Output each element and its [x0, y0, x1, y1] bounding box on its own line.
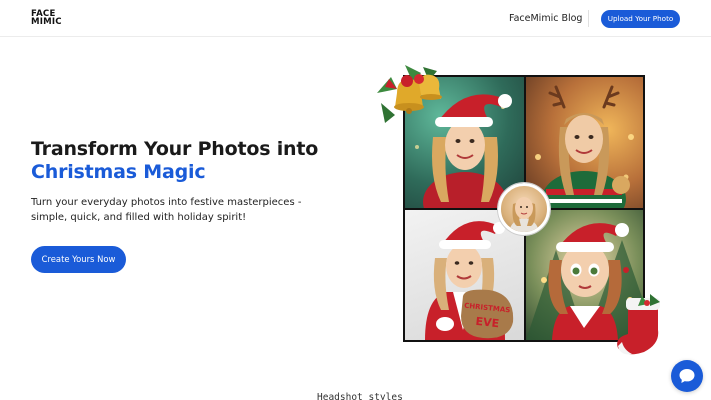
- facemimic-logo[interactable]: FACE MIMIC: [31, 10, 63, 27]
- hero-title-line: Transform Your Photos into: [31, 138, 319, 160]
- site-header: FACE MIMIC FaceMimic Blog Upload Your Ph…: [0, 0, 711, 37]
- christmas-stocking-icon: [617, 294, 660, 355]
- create-yours-button[interactable]: Create Yours Now: [31, 246, 126, 273]
- headshot-styles-heading: Headshot styles: [317, 392, 403, 400]
- logo-line-2: MIMIC: [31, 17, 62, 27]
- reindeer-antlers-portrait: [526, 77, 643, 208]
- christmas-bells-icon: [377, 65, 442, 123]
- chat-button[interactable]: [671, 360, 703, 392]
- sack-text-line-2: EVE: [475, 315, 500, 330]
- blog-link[interactable]: FaceMimic Blog: [509, 13, 582, 24]
- chat-bubble-icon: [679, 369, 695, 383]
- hero-title: Transform Your Photos into Christmas Mag…: [31, 138, 351, 184]
- christmas-eve-sack-portrait: CHRISTMAS EVE: [405, 210, 524, 340]
- upload-photo-button[interactable]: Upload Your Photo: [601, 10, 680, 28]
- hero-title-accent: Christmas Magic: [31, 161, 206, 183]
- original-photo-badge: [498, 183, 550, 235]
- hero-subtitle: Turn your everyday photos into festive m…: [31, 197, 302, 223]
- nav-divider: [588, 10, 589, 27]
